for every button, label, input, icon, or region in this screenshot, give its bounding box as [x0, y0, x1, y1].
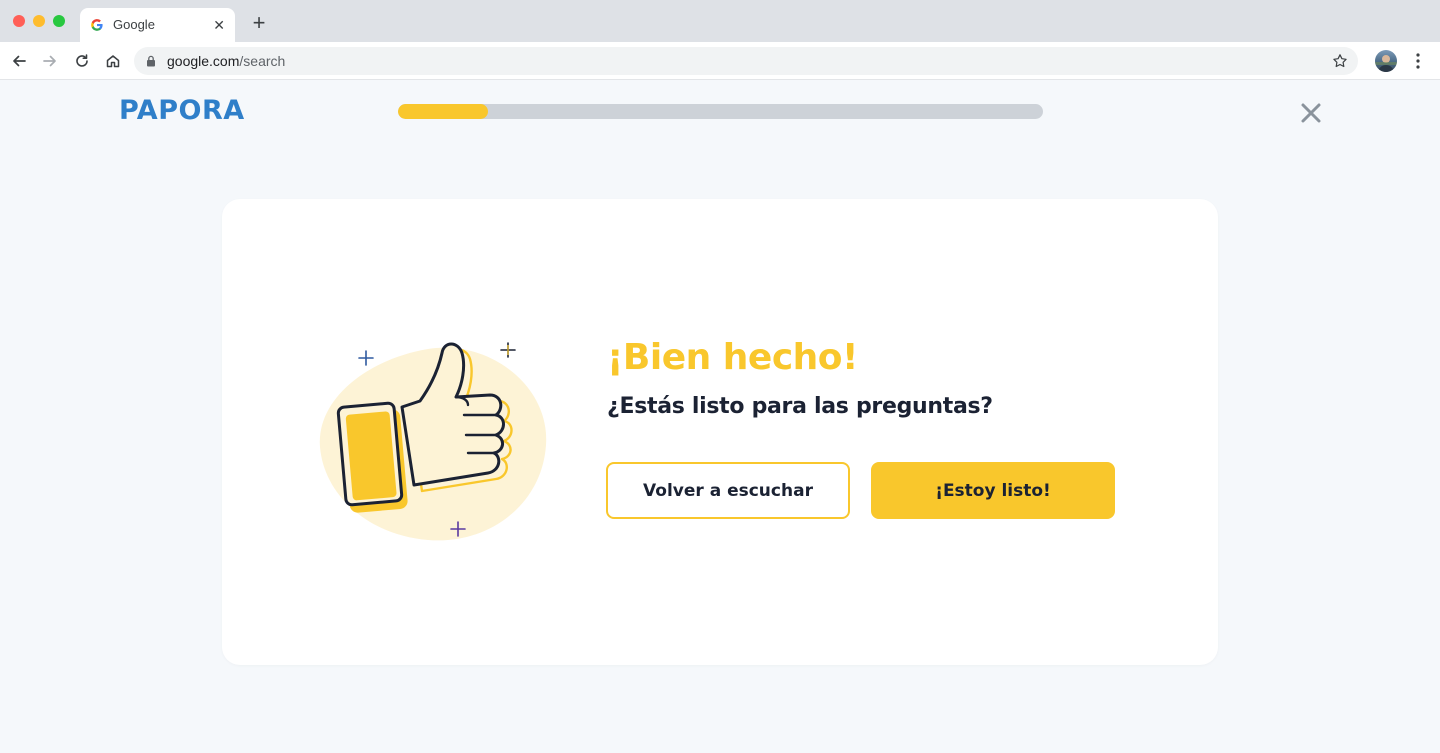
- listen-again-button[interactable]: Volver a escuchar: [606, 462, 850, 519]
- subheadline: ¿Estás listo para las preguntas?: [607, 394, 993, 419]
- close-window-button[interactable]: [13, 15, 25, 27]
- home-icon[interactable]: [103, 51, 123, 71]
- browser-toolbar: google.com/search: [0, 42, 1440, 80]
- tab-title: Google: [113, 17, 155, 32]
- sparkle-icon: [358, 350, 374, 366]
- star-icon[interactable]: [1332, 53, 1348, 69]
- minimize-window-button[interactable]: [33, 15, 45, 27]
- ready-button[interactable]: ¡Estoy listo!: [871, 462, 1115, 519]
- new-tab-button[interactable]: +: [249, 12, 269, 34]
- lock-icon: [147, 55, 155, 67]
- address-bar[interactable]: google.com/search: [134, 47, 1358, 75]
- google-icon: [91, 19, 103, 31]
- close-icon[interactable]: [1298, 100, 1324, 126]
- back-icon[interactable]: [9, 51, 29, 71]
- page-content: PAPORA ¡Bien hecho! ¿Estás listo para la…: [0, 80, 1440, 753]
- browser-titlebar: Google ✕ +: [0, 0, 1440, 42]
- reload-icon[interactable]: [72, 51, 92, 71]
- url-domain: google.com: [167, 53, 240, 69]
- browser-tab[interactable]: Google ✕: [80, 8, 235, 42]
- completion-card: ¡Bien hecho! ¿Estás listo para las pregu…: [222, 199, 1218, 665]
- profile-avatar[interactable]: [1375, 50, 1397, 72]
- forward-icon[interactable]: [40, 51, 60, 71]
- avatar-icon: [1375, 55, 1397, 72]
- maximize-window-button[interactable]: [53, 15, 65, 27]
- tab-close-icon[interactable]: ✕: [213, 17, 225, 33]
- progress-fill: [398, 104, 489, 119]
- url-text: google.com/search: [167, 53, 285, 69]
- progress-bar: [398, 104, 1043, 119]
- menu-icon[interactable]: [1412, 52, 1424, 70]
- headline: ¡Bien hecho!: [607, 337, 858, 378]
- url-path: /search: [239, 53, 286, 69]
- papora-logo[interactable]: PAPORA: [119, 95, 245, 126]
- thumbs-up-icon: [319, 342, 547, 541]
